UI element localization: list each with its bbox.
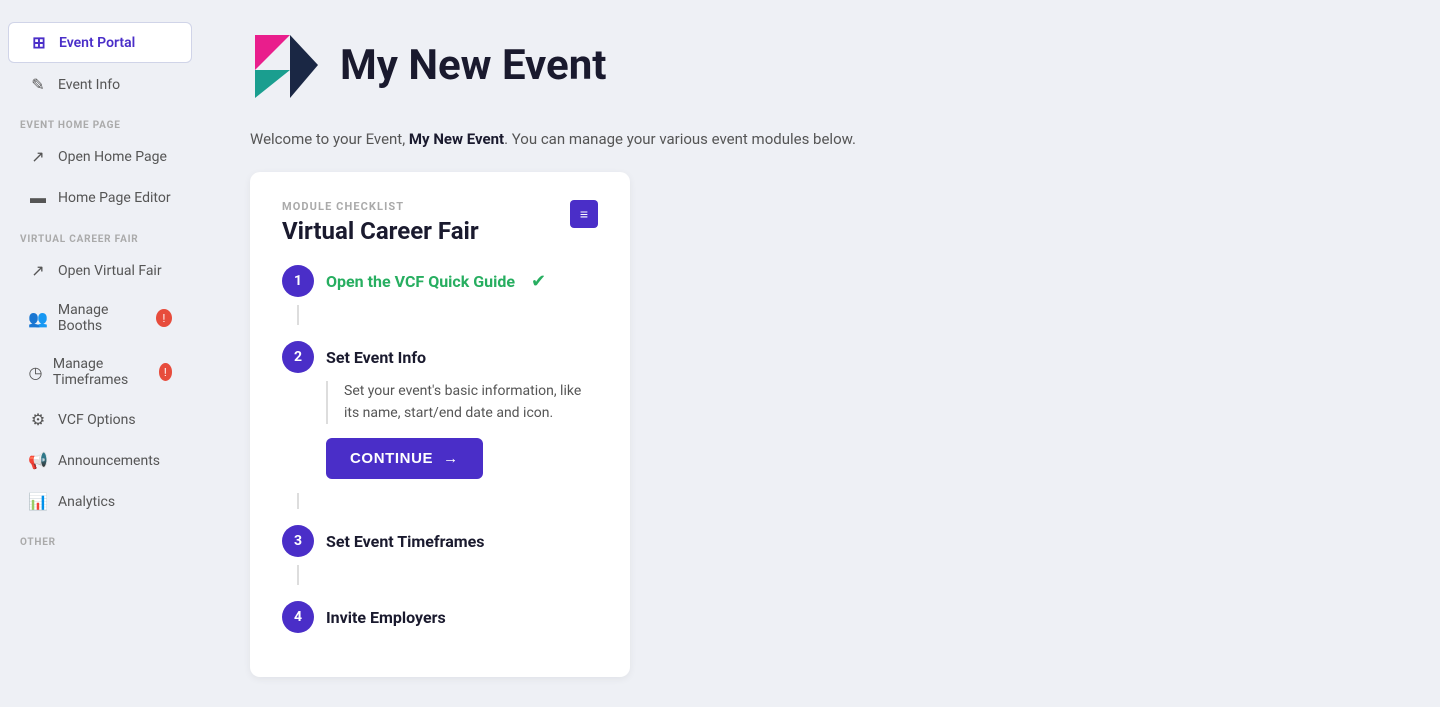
step-4-header: 4 Invite Employers bbox=[282, 601, 598, 633]
step-1-connector bbox=[297, 305, 299, 325]
event-name-inline: My New Event bbox=[409, 130, 504, 148]
sidebar-section-event-home: EVENT HOME PAGE bbox=[0, 106, 200, 135]
check-icon: ✔ bbox=[531, 271, 546, 292]
sidebar: ⊞ Event Portal ✎ Event Info EVENT HOME P… bbox=[0, 0, 200, 707]
sidebar-item-label: Open Home Page bbox=[58, 149, 167, 165]
sidebar-item-analytics[interactable]: 📊 Analytics bbox=[8, 482, 192, 521]
step-4: 4 Invite Employers bbox=[282, 601, 598, 633]
step-1: 1 Open the VCF Quick Guide ✔ bbox=[282, 265, 598, 325]
sidebar-item-manage-booths[interactable]: 👥 Manage Booths ! bbox=[8, 292, 192, 344]
clock-icon: ◷ bbox=[28, 363, 43, 382]
megaphone-icon: 📢 bbox=[28, 451, 48, 470]
grid-icon: ⊞ bbox=[29, 33, 49, 52]
gear-icon: ⚙ bbox=[28, 410, 48, 429]
sidebar-item-announcements[interactable]: 📢 Announcements bbox=[8, 441, 192, 480]
step-2-header: 2 Set Event Info bbox=[282, 341, 598, 373]
step-3-header: 3 Set Event Timeframes bbox=[282, 525, 598, 557]
step-2-description: Set your event's basic information, like… bbox=[326, 381, 598, 424]
external-link-icon: ↗ bbox=[28, 261, 48, 280]
continue-button-label: CONTINUE bbox=[350, 450, 433, 467]
step-2: 2 Set Event Info Set your event's basic … bbox=[282, 341, 598, 509]
step-1-circle: 1 bbox=[282, 265, 314, 297]
sidebar-item-home-page-editor[interactable]: ▬ Home Page Editor bbox=[8, 178, 192, 218]
checklist-card: ≡ MODULE CHECKLIST Virtual Career Fair 1… bbox=[250, 172, 630, 677]
edit-icon: ✎ bbox=[28, 75, 48, 94]
welcome-text: Welcome to your Event, My New Event. You… bbox=[250, 130, 1390, 148]
step-4-title: Invite Employers bbox=[326, 608, 446, 627]
sidebar-item-label: Analytics bbox=[58, 494, 115, 510]
people-icon: 👥 bbox=[28, 309, 48, 328]
list-icon: ≡ bbox=[570, 200, 598, 228]
sidebar-item-label: Manage Booths bbox=[58, 302, 146, 334]
step-3-connector bbox=[297, 565, 299, 585]
sidebar-item-label: Event Portal bbox=[59, 35, 135, 51]
sidebar-item-manage-timeframes[interactable]: ◷ Manage Timeframes ! bbox=[8, 346, 192, 398]
arrow-right-icon: → bbox=[443, 450, 459, 467]
layout-icon: ▬ bbox=[28, 188, 48, 208]
step-3-circle: 3 bbox=[282, 525, 314, 557]
step-3: 3 Set Event Timeframes bbox=[282, 525, 598, 585]
module-label: MODULE CHECKLIST bbox=[282, 200, 598, 213]
sidebar-item-open-virtual-fair[interactable]: ↗ Open Virtual Fair bbox=[8, 251, 192, 290]
step-2-title: Set Event Info bbox=[326, 348, 426, 367]
sidebar-item-label: VCF Options bbox=[58, 412, 136, 428]
step-3-title: Set Event Timeframes bbox=[326, 532, 485, 551]
app-logo bbox=[250, 30, 320, 100]
card-title: Virtual Career Fair bbox=[282, 217, 598, 245]
header-area: My New Event bbox=[250, 30, 1390, 100]
sidebar-item-open-home-page[interactable]: ↗ Open Home Page bbox=[8, 137, 192, 176]
continue-button[interactable]: CONTINUE → bbox=[326, 438, 483, 479]
sidebar-item-event-info[interactable]: ✎ Event Info bbox=[8, 65, 192, 104]
sidebar-item-vcf-options[interactable]: ⚙ VCF Options bbox=[8, 400, 192, 439]
step-4-circle: 4 bbox=[282, 601, 314, 633]
chart-icon: 📊 bbox=[28, 492, 48, 511]
step-1-title: Open the VCF Quick Guide bbox=[326, 272, 515, 291]
sidebar-item-event-portal[interactable]: ⊞ Event Portal bbox=[8, 22, 192, 63]
step-2-bottom-connector bbox=[297, 493, 299, 509]
sidebar-item-label: Open Virtual Fair bbox=[58, 263, 162, 279]
sidebar-section-vcf: VIRTUAL CAREER FAIR bbox=[0, 220, 200, 249]
sidebar-item-label: Event Info bbox=[58, 77, 120, 93]
sidebar-section-other: OTHER bbox=[0, 523, 200, 552]
badge-manage-booths: ! bbox=[156, 309, 172, 327]
sidebar-item-label: Manage Timeframes bbox=[53, 356, 149, 388]
sidebar-item-label: Home Page Editor bbox=[58, 190, 171, 206]
sidebar-item-label: Announcements bbox=[58, 453, 160, 469]
step-1-header: 1 Open the VCF Quick Guide ✔ bbox=[282, 265, 598, 297]
event-title: My New Event bbox=[340, 41, 606, 90]
badge-manage-timeframes: ! bbox=[159, 363, 172, 381]
external-link-icon: ↗ bbox=[28, 147, 48, 166]
step-2-circle: 2 bbox=[282, 341, 314, 373]
main-content: My New Event Welcome to your Event, My N… bbox=[200, 0, 1440, 707]
